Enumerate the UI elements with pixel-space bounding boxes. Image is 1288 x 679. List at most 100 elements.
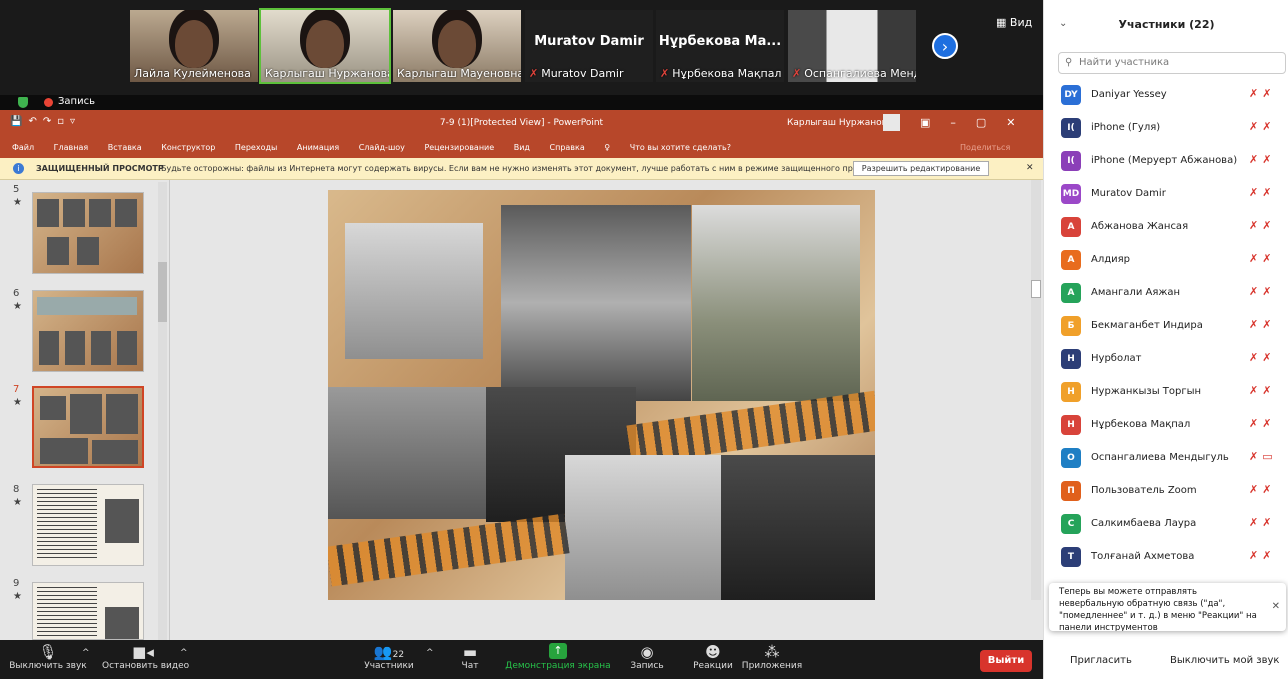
reactions-button[interactable]: ☻ Реакции <box>690 643 736 671</box>
mute-me-button[interactable]: Выключить мой звук <box>1170 655 1279 666</box>
slide-thumbnail[interactable] <box>32 484 144 566</box>
participant-face <box>175 20 213 68</box>
tab-help[interactable]: Справка <box>550 143 585 152</box>
ppt-ribbon-tabs: Файл Главная Вставка Конструктор Переход… <box>0 136 1043 158</box>
participant-row[interactable]: DY Daniyar Yessey ✗✗ <box>1044 79 1288 112</box>
muted-icons[interactable]: ✗✗ <box>1249 417 1275 430</box>
muted-icons[interactable]: ✗✗ <box>1249 252 1275 265</box>
mute-button[interactable]: 🎙 Выключить звук <box>4 643 92 671</box>
star-icon: ★ <box>13 197 22 208</box>
view-button[interactable]: ▦ Вид <box>996 16 1032 29</box>
avatar: Н <box>1061 415 1081 435</box>
tab-review[interactable]: Рецензирование <box>424 143 494 152</box>
participant-row[interactable]: I(iPhone (Гуля) ✗✗ <box>1044 112 1288 145</box>
muted-icons[interactable]: ✗✗ <box>1249 483 1275 496</box>
tab-home[interactable]: Главная <box>54 143 89 152</box>
chevron-up-icon[interactable]: ^ <box>426 648 434 658</box>
tile-name: ✗Оспангалиева Менд... <box>792 67 916 80</box>
slide-photo-rockets <box>721 455 875 600</box>
chevron-up-icon[interactable]: ^ <box>180 648 188 658</box>
close-icon[interactable]: ✕ <box>1026 163 1034 173</box>
participant-row[interactable]: С Салкимбаева Лаура ✗✗ <box>1044 508 1288 541</box>
tab-file[interactable]: Файл <box>12 143 34 152</box>
video-tile[interactable]: Muratov Damir ✗ Muratov Damir <box>525 10 653 82</box>
muted-icons[interactable]: ✗✗ <box>1249 120 1275 133</box>
participant-row[interactable]: Б Бекмаганбет Индира ✗✗ <box>1044 310 1288 343</box>
participant-row[interactable]: I(iPhone (Меруерт Абжанова) ✗✗ <box>1044 145 1288 178</box>
video-tile-active[interactable]: Карлыгаш Нуржанова <box>259 8 391 84</box>
video-tile[interactable]: Нұрбекова Ма... ✗ Нұрбекова Мақпал <box>656 10 784 82</box>
tab-view[interactable]: Вид <box>514 143 530 152</box>
leave-button[interactable]: Выйти <box>980 650 1032 672</box>
avatar[interactable] <box>883 114 900 131</box>
tell-me-search[interactable]: Что вы хотите сделать? <box>630 143 731 152</box>
muted-icons[interactable]: ✗✗ <box>1249 153 1275 166</box>
mic-off-icon: ✗ <box>660 67 670 80</box>
video-gallery: Лайла Кулейменова Карлыгаш Нуржанова Кар… <box>0 0 1043 95</box>
muted-icons[interactable]: ✗✗ <box>1249 516 1275 529</box>
slide-thumbnails: 5 ★ 6 ★ 7 ★ 8 ★ 9 ★ <box>0 180 170 640</box>
video-tile[interactable]: ✗Оспангалиева Менд... <box>788 10 916 82</box>
tab-slideshow[interactable]: Слайд-шоу <box>359 143 405 152</box>
close-icon[interactable]: ✕ <box>1272 601 1280 613</box>
participant-row[interactable]: A Амангали Аяжан ✗✗ <box>1044 277 1288 310</box>
slide-photo-portrait-2 <box>692 205 860 401</box>
participant-row[interactable]: П Пользователь Zoom ✗✗ <box>1044 475 1288 508</box>
grid-icon: ▦ <box>996 16 1007 29</box>
share-button[interactable]: Поделиться <box>960 143 1010 152</box>
invite-button[interactable]: Пригласить <box>1070 655 1132 666</box>
record-button[interactable]: ◉ Запись <box>627 643 667 671</box>
chat-button[interactable]: ▬ Чат <box>455 643 485 671</box>
star-icon: ★ <box>13 497 22 508</box>
participant-name: Абжанова Жансая <box>1091 221 1189 232</box>
participant-row[interactable]: A Алдияр ✗✗ <box>1044 244 1288 277</box>
participant-row[interactable]: Т Толғанай Ахметова ✗✗ <box>1044 541 1288 574</box>
share-screen-button[interactable]: ↑ Демонстрация экрана <box>505 643 611 671</box>
participant-row[interactable]: Н Нурболат ✗✗ <box>1044 343 1288 376</box>
participant-row[interactable]: MD Muratov Damir ✗✗ <box>1044 178 1288 211</box>
participant-name: Бекмаганбет Индира <box>1091 320 1203 331</box>
participant-row[interactable]: Н Нуржанкызы Торгын ✗✗ <box>1044 376 1288 409</box>
powerpoint-window: 💾↶↷▫▿ 7-9 (1)[Protected View] - PowerPoi… <box>0 110 1043 640</box>
chevron-up-icon[interactable]: ^ <box>82 648 90 658</box>
tab-insert[interactable]: Вставка <box>108 143 142 152</box>
muted-icons[interactable]: ✗✗ <box>1249 318 1275 331</box>
slide-thumbnail-selected[interactable] <box>32 386 144 468</box>
window-controls[interactable]: ▣–▢✕ <box>920 116 1036 129</box>
gallery-next-icon[interactable]: › <box>932 33 958 59</box>
enable-editing-button[interactable]: Разрешить редактирование <box>853 161 989 176</box>
record-dot-icon[interactable] <box>44 98 53 107</box>
muted-icons[interactable]: ✗✗ <box>1249 351 1275 364</box>
video-tile[interactable]: Лайла Кулейменова <box>130 10 258 82</box>
muted-icons[interactable]: ✗✗ <box>1249 549 1275 562</box>
muted-icons[interactable]: ✗✗ <box>1249 384 1275 397</box>
search-input[interactable]: ⚲ Найти участника <box>1058 52 1286 74</box>
current-slide[interactable] <box>328 190 875 600</box>
tile-big-name: Нұрбекова Ма... <box>658 34 782 49</box>
slide-photo-soldiers <box>345 223 483 359</box>
info-icon: i <box>13 163 24 174</box>
tab-animations[interactable]: Анимация <box>297 143 339 152</box>
tile-name: ✗ Нұрбекова Мақпал <box>660 67 782 80</box>
apps-button[interactable]: ⁂ Приложения <box>737 643 807 671</box>
slide-thumbnail[interactable] <box>32 290 144 372</box>
video-tile[interactable]: Карлыгаш Мауеновна <box>393 10 521 82</box>
slide-thumbnail[interactable] <box>32 192 144 274</box>
participant-row[interactable]: О Оспангалиева Мендыгуль ✗▭ <box>1044 442 1288 475</box>
muted-icons[interactable]: ✗✗ <box>1249 87 1275 100</box>
slide-thumbnail[interactable] <box>32 582 144 640</box>
muted-icons[interactable]: ✗✗ <box>1249 285 1275 298</box>
thumbnail-scrollbar[interactable] <box>158 182 167 640</box>
muted-icons[interactable]: ✗✗ <box>1249 219 1275 232</box>
avatar: I( <box>1061 118 1081 138</box>
participant-row[interactable]: A Абжанова Жансая ✗✗ <box>1044 211 1288 244</box>
tab-transitions[interactable]: Переходы <box>235 143 277 152</box>
participants-button[interactable]: 👥22 Участники <box>358 643 420 671</box>
participant-row[interactable]: Н Нұрбекова Мақпал ✗✗ <box>1044 409 1288 442</box>
muted-icons[interactable]: ✗▭ <box>1249 450 1277 463</box>
slide-scrollbar[interactable] <box>1031 180 1041 600</box>
participant-name: Нурболат <box>1091 353 1142 364</box>
muted-icons[interactable]: ✗✗ <box>1249 186 1275 199</box>
tab-design[interactable]: Конструктор <box>161 143 215 152</box>
stop-video-button[interactable]: ■◂ Остановить видео <box>102 643 189 671</box>
